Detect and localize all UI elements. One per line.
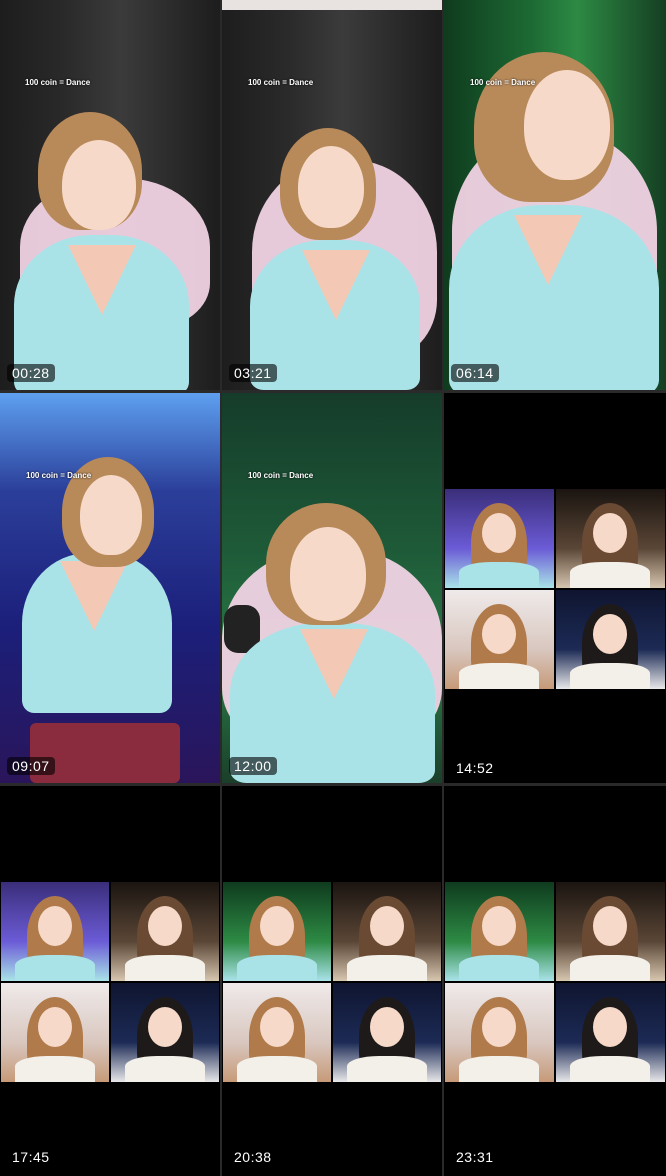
mosaic-cell [333,983,441,1082]
neckline [60,561,128,631]
face [593,513,627,553]
mosaic-cell [556,983,665,1082]
person-torso [15,1056,95,1082]
mosaic-cell [111,882,219,981]
person-torso [347,1056,427,1082]
overlay-caption: 100 coin = Dance [25,78,91,87]
mosaic-cell [223,882,331,981]
timestamp-label: 17:45 [12,1149,50,1165]
person-torso [459,955,539,981]
neckline [514,215,582,285]
neckline [302,250,370,320]
face [148,906,182,946]
face [482,1007,516,1047]
stream-mosaic [445,882,665,1082]
person-torso [570,955,650,981]
person-torso [459,1056,539,1082]
mosaic-cell [1,882,109,981]
person-torso [125,1056,205,1082]
face [62,140,136,230]
timestamp-label: 23:31 [456,1149,494,1165]
mosaic-cell [223,983,331,1082]
face [38,1007,72,1047]
face [593,1007,627,1047]
face [290,527,366,621]
video-frame [222,393,442,783]
person-torso [570,562,650,588]
stream-mosaic [223,882,441,1082]
face [482,513,516,553]
ceiling-light [222,0,442,10]
mosaic-cell [445,489,554,588]
video-frame [0,393,220,783]
face [593,614,627,654]
video-frame [0,0,220,390]
person-torso [125,955,205,981]
video-thumbnail-3[interactable]: 100 coin = Dance 06:14 [444,0,666,390]
video-thumbnail-9[interactable]: 23:31 [444,786,666,1176]
mosaic-cell [556,489,665,588]
person-torso [237,955,317,981]
mosaic-cell [445,882,554,981]
face [298,146,364,228]
person-torso [570,1056,650,1082]
overlay-caption: 100 coin = Dance [248,78,314,87]
video-thumbnail-5[interactable]: 100 coin = Dance 12:00 [222,393,442,783]
stream-mosaic [445,489,665,689]
timestamp-badge: 03:21 [229,364,277,382]
person-torso [15,955,95,981]
overlay-caption: 100 coin = Dance [26,471,92,480]
mosaic-cell [445,983,554,1082]
face [370,906,404,946]
timestamp-badge: 06:14 [451,364,499,382]
video-thumbnail-8[interactable]: 20:38 [222,786,442,1176]
mosaic-cell [556,590,665,689]
timestamp-badge: 00:28 [7,364,55,382]
video-thumbnail-4[interactable]: 100 coin = Dance 09:07 [0,393,220,783]
neckline [68,245,136,315]
neckline [300,629,368,699]
mosaic-cell [111,983,219,1082]
overlay-caption: 100 coin = Dance [470,78,536,87]
person-torso [237,1056,317,1082]
video-thumbnail-2[interactable]: 100 coin = Dance 03:21 [222,0,442,390]
face [524,70,610,180]
face [370,1007,404,1047]
video-thumbnail-1[interactable]: 100 coin = Dance 00:28 [0,0,220,390]
person-torso [347,955,427,981]
thumbnail-grid: 100 coin = Dance 00:28 100 coin = Dance … [0,0,666,1176]
face [260,906,294,946]
face [593,906,627,946]
face [260,1007,294,1047]
mosaic-cell [445,590,554,689]
timestamp-badge: 09:07 [7,757,55,775]
face [148,1007,182,1047]
face [80,475,142,555]
timestamp-badge: 12:00 [229,757,277,775]
mosaic-cell [333,882,441,981]
mosaic-cell [556,882,665,981]
stream-mosaic [1,882,219,1082]
overlay-caption: 100 coin = Dance [248,471,314,480]
person-torso [459,663,539,689]
mosaic-cell [1,983,109,1082]
face [482,614,516,654]
video-thumbnail-6[interactable]: 14:52 [444,393,666,783]
person-torso [459,562,539,588]
timestamp-label: 14:52 [456,760,494,776]
video-thumbnail-7[interactable]: 17:45 [0,786,220,1176]
person-torso [570,663,650,689]
face [38,906,72,946]
video-frame [444,0,666,390]
video-frame [222,0,442,390]
timestamp-label: 20:38 [234,1149,272,1165]
face [482,906,516,946]
